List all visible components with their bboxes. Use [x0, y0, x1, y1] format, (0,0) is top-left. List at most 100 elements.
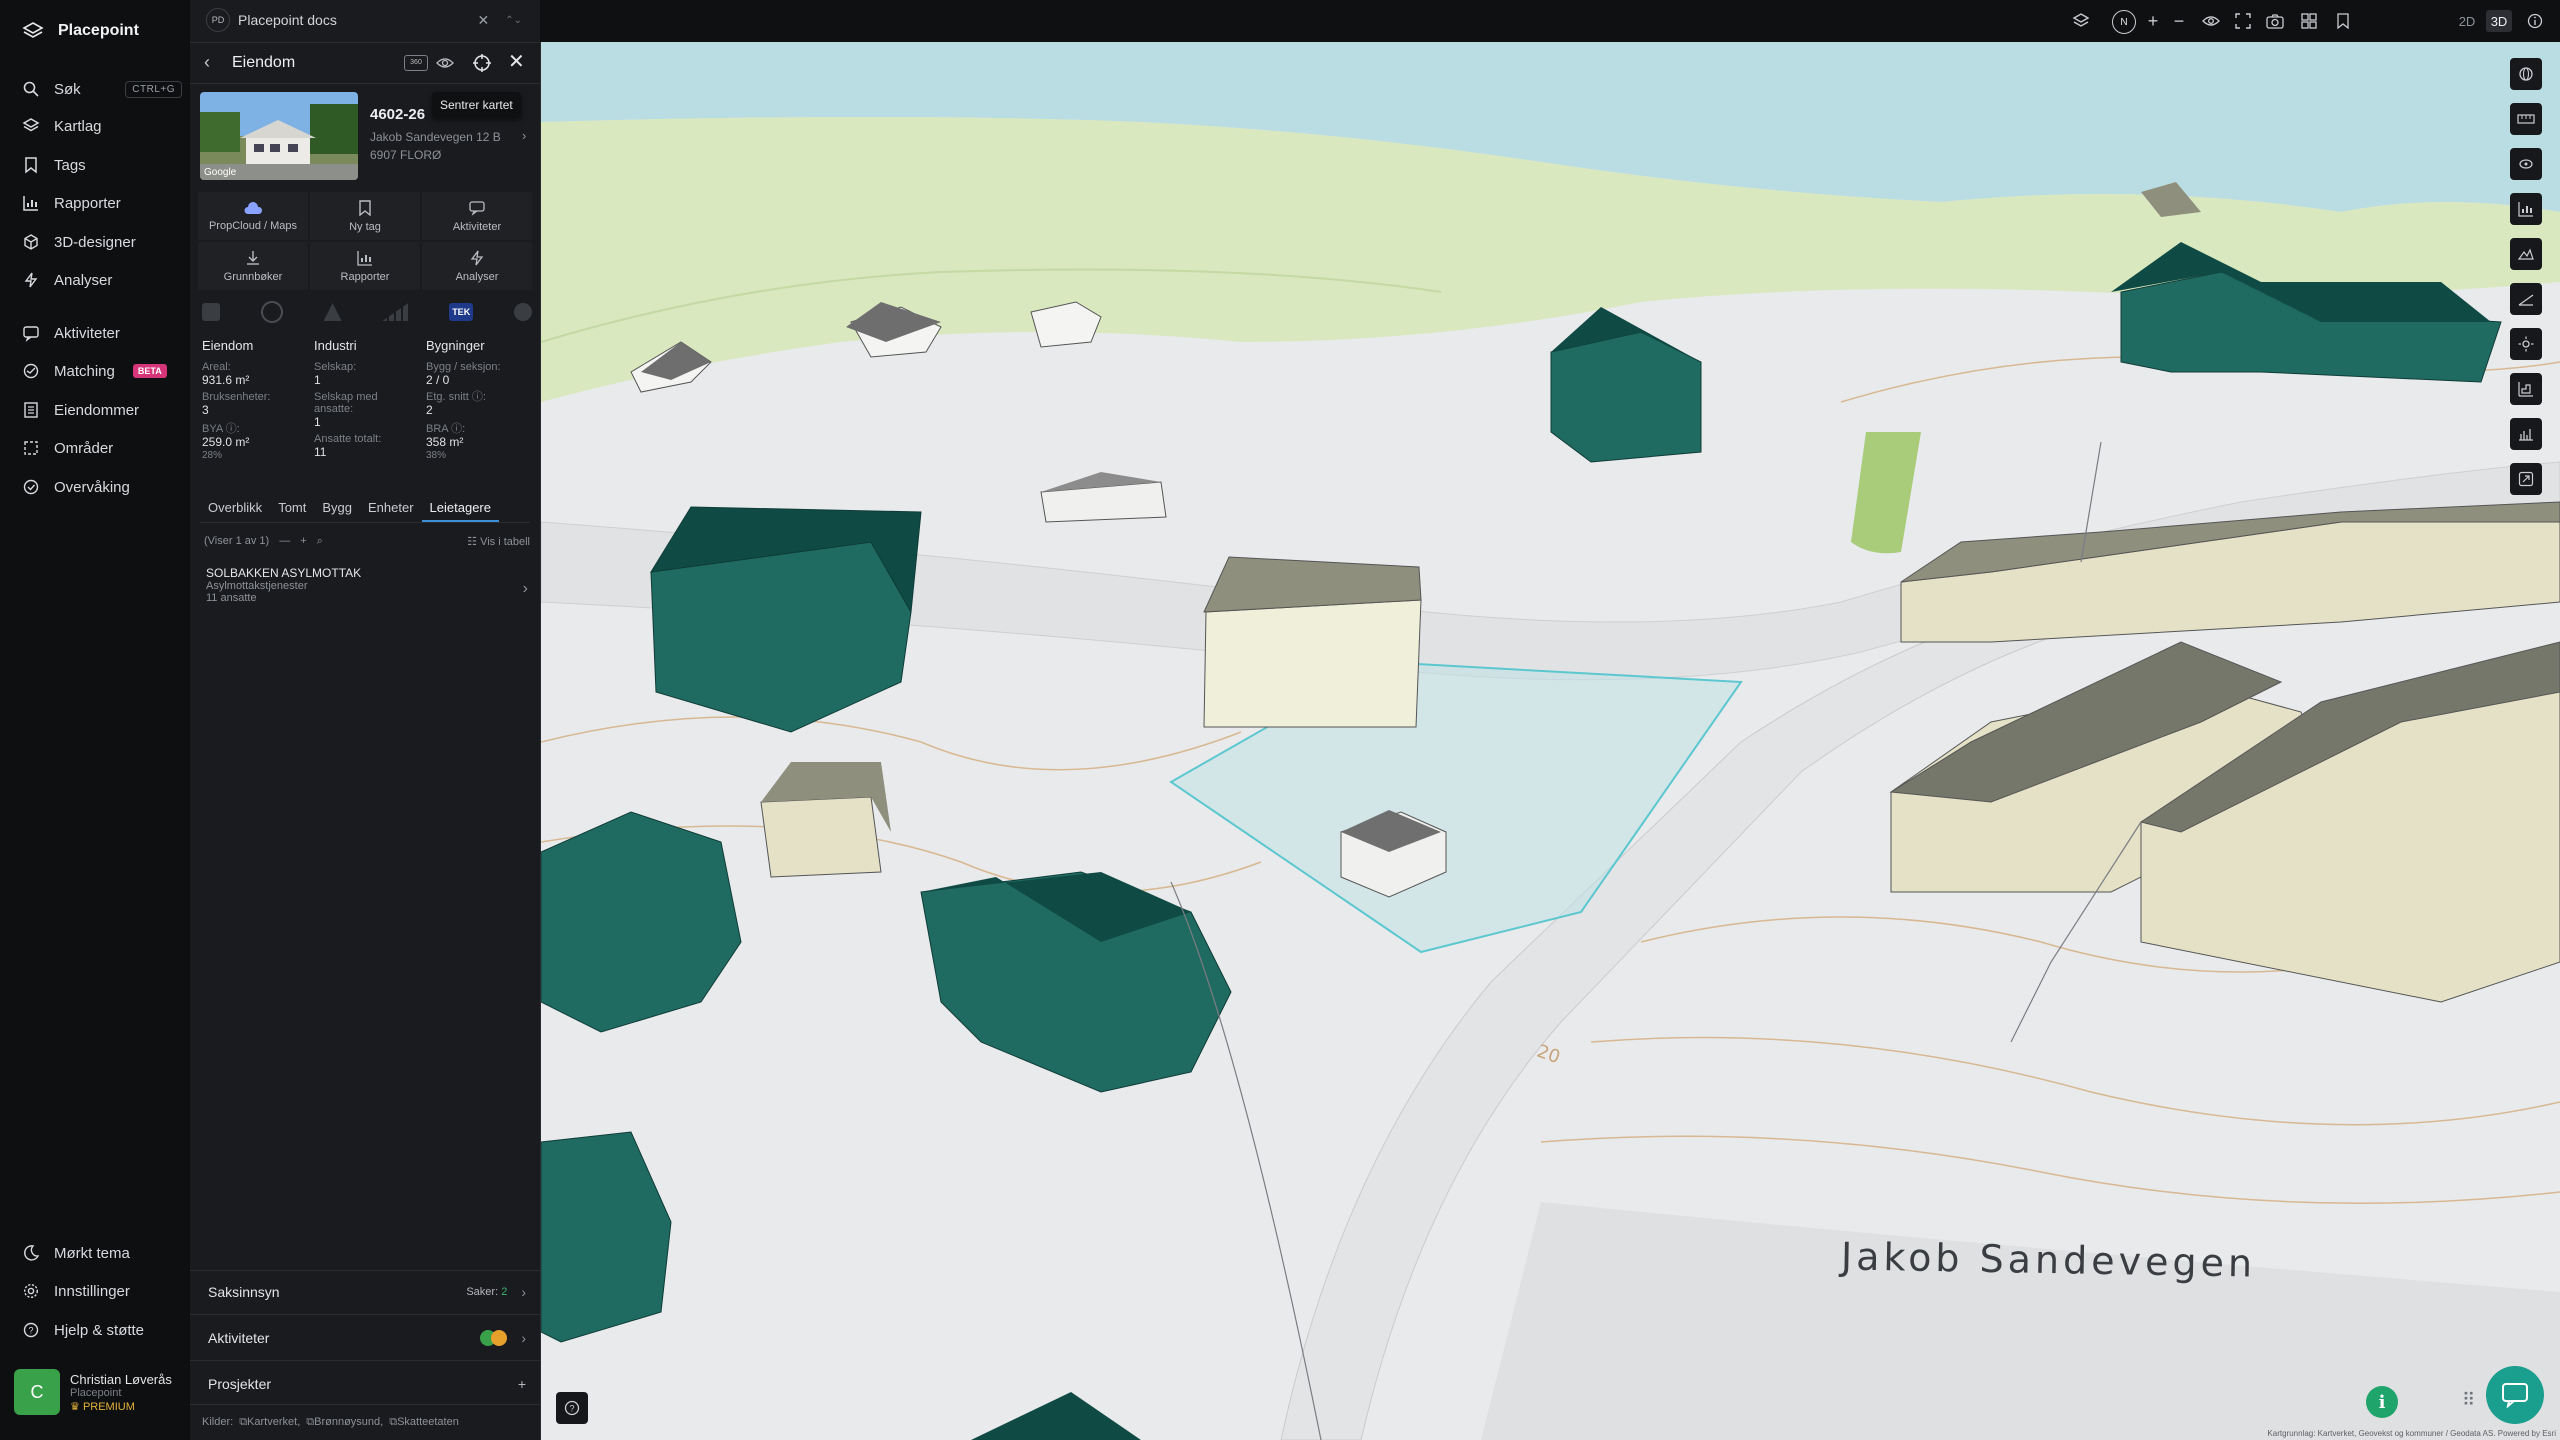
zoom-in-icon[interactable]: + [2142, 10, 2164, 32]
tab-bygg[interactable]: Bygg [314, 496, 360, 522]
map-help-button[interactable]: ? [556, 1392, 588, 1424]
nav-item-analyser[interactable]: Analyser [22, 265, 182, 295]
analyses-button[interactable]: Analyser [422, 242, 532, 290]
bookmark-icon[interactable] [2332, 10, 2354, 32]
stairs-tool-icon[interactable] [2510, 373, 2542, 405]
chart-tool-icon[interactable] [2510, 193, 2542, 225]
area-measure-icon[interactable] [2510, 148, 2542, 180]
chevron-right-icon[interactable]: › [522, 128, 526, 143]
divider [190, 1404, 540, 1405]
map-attribution[interactable]: Kartgrunnlag: Kartverket, Geovekst og ko… [2267, 1429, 2556, 1438]
tab-leietagere[interactable]: Leietagere [421, 496, 499, 522]
zoom-out-icon[interactable]: − [2168, 10, 2190, 32]
source-link[interactable]: ⧉Kartverket, [239, 1416, 300, 1429]
propcloud-button[interactable]: PropCloud / Maps [198, 192, 308, 240]
slope-tool-icon[interactable] [2510, 283, 2542, 315]
nav-item-eiendommer[interactable]: Eiendommer [22, 395, 182, 425]
source-link[interactable]: ⧉Skatteetaten [389, 1416, 459, 1429]
search-icon[interactable]: ⌕ [317, 535, 323, 548]
stats-heading: Eiendom [202, 338, 254, 353]
ruler-tool-icon[interactable] [2510, 103, 2542, 135]
action-label: Ny tag [349, 220, 381, 233]
info-icon[interactable] [2524, 10, 2546, 32]
nav-item-kartlag[interactable]: Kartlag [22, 111, 182, 141]
nav-item-label: Områder [54, 439, 114, 457]
compass-icon[interactable]: N [2112, 10, 2136, 34]
mode-3d-button[interactable]: 3D [2486, 10, 2512, 32]
add-icon[interactable]: + [300, 535, 306, 547]
table-view-link[interactable]: ☷ Vis i tabell [467, 535, 530, 548]
camera-icon[interactable] [2264, 10, 2286, 32]
nav-search[interactable]: Søk CTRL+G [22, 74, 182, 104]
crown-icon: ♛ [70, 1400, 80, 1413]
tek-badge[interactable]: TEK [449, 303, 474, 321]
grunnboker-button[interactable]: Grunnbøker [198, 242, 308, 290]
drag-handle-icon[interactable]: ⠿ [2462, 1390, 2475, 1411]
eye-icon[interactable] [2200, 10, 2222, 32]
chat-button[interactable] [2486, 1366, 2544, 1424]
back-icon[interactable]: ‹ [204, 52, 210, 73]
info-button[interactable]: i [2366, 1386, 2398, 1418]
mode-2d-button[interactable]: 2D [2454, 10, 2480, 32]
aktiviteter-row[interactable]: Aktiviteter › [208, 1324, 526, 1352]
doc-tab[interactable]: PD Placepoint docs ✕ ⌃⌄ [206, 6, 536, 34]
property-category-icon[interactable] [202, 303, 220, 321]
layers-toggle-icon[interactable] [2070, 10, 2092, 32]
property-photo[interactable]: Google [200, 92, 358, 180]
close-panel-icon[interactable]: ✕ [508, 49, 525, 74]
source-link[interactable]: ⧉Brønnøysund, [306, 1416, 383, 1429]
collapse-icon[interactable]: — [279, 535, 290, 547]
signal-category-icon[interactable] [382, 303, 409, 321]
nav-item-matching[interactable]: Matching BETA [22, 356, 182, 386]
nav-item-help[interactable]: ? Hjelp & støtte [22, 1315, 182, 1345]
property-id: 4602-26 [370, 106, 425, 123]
prosjekter-row[interactable]: Prosjekter + [208, 1370, 526, 1398]
nav-item-tags[interactable]: Tags [22, 150, 182, 180]
expand-icon[interactable]: ⌃⌄ [505, 15, 522, 26]
globe-tool-icon[interactable] [2510, 58, 2542, 90]
sun-tool-icon[interactable] [2510, 328, 2542, 360]
stats-heading: Industri [314, 338, 357, 353]
nav-item-label: Tags [54, 156, 86, 174]
elevation-tool-icon[interactable] [2510, 418, 2542, 450]
nav-item-aktiviteter[interactable]: Aktiviteter [22, 318, 182, 348]
more-category-icon[interactable] [513, 303, 532, 321]
grid-icon[interactable] [2298, 10, 2320, 32]
tree-category-icon[interactable] [323, 303, 342, 321]
tenant-row[interactable]: SOLBAKKEN ASYLMOTTAK Asylmottakstjeneste… [206, 566, 528, 616]
tab-enheter[interactable]: Enheter [360, 496, 422, 522]
fullscreen-icon[interactable] [2232, 10, 2254, 32]
property-address[interactable]: Jakob Sandevegen 12 B [370, 130, 501, 144]
handshake-icon [23, 363, 39, 379]
export-tool-icon[interactable] [2510, 463, 2542, 495]
nav-item-dark-theme[interactable]: Mørkt tema [22, 1238, 182, 1268]
saksinnsyn-row[interactable]: Saksinnsyn Saker: 2 › [208, 1278, 526, 1306]
avatar: C [14, 1369, 60, 1415]
link-icon: ⧉ [389, 1416, 398, 1428]
brand[interactable]: Placepoint [22, 20, 139, 42]
tab-overblikk[interactable]: Overblikk [200, 496, 270, 522]
360-view-icon[interactable]: 360 [404, 55, 428, 71]
terrain-tool-icon[interactable] [2510, 238, 2542, 270]
map-view[interactable]: Jakob Sandevegen 20 Kartgrunnlag: Kartve… [541, 42, 2560, 1440]
premium-badge: ♛ PREMIUM [70, 1400, 172, 1413]
close-doc-icon[interactable]: ✕ [478, 12, 490, 29]
nav-item-3d-designer[interactable]: 3D-designer [22, 227, 182, 257]
table-icon: ☷ [467, 535, 477, 548]
action-grid: PropCloud / Maps Ny tag Aktiviteter Grun… [198, 192, 532, 290]
svg-text:?: ? [569, 1404, 574, 1414]
bookmark-icon [359, 199, 371, 216]
nav-item-settings[interactable]: Innstillinger [22, 1276, 182, 1306]
nav-item-rapporter[interactable]: Rapporter [22, 188, 182, 218]
center-map-icon[interactable] [472, 53, 492, 73]
user-card[interactable]: C Christian Løverås Placepoint ♛ PREMIUM [14, 1366, 184, 1418]
tab-tomt[interactable]: Tomt [270, 496, 314, 522]
add-project-button[interactable]: + [518, 1376, 526, 1392]
reports-button[interactable]: Rapporter [310, 242, 420, 290]
eye-icon[interactable] [436, 55, 454, 71]
nav-item-overvaking[interactable]: Overvåking [22, 472, 182, 502]
nav-item-omrader[interactable]: Områder [22, 433, 182, 463]
new-tag-button[interactable]: Ny tag [310, 192, 420, 240]
activities-button[interactable]: Aktiviteter [422, 192, 532, 240]
globe-category-icon[interactable] [260, 301, 283, 323]
